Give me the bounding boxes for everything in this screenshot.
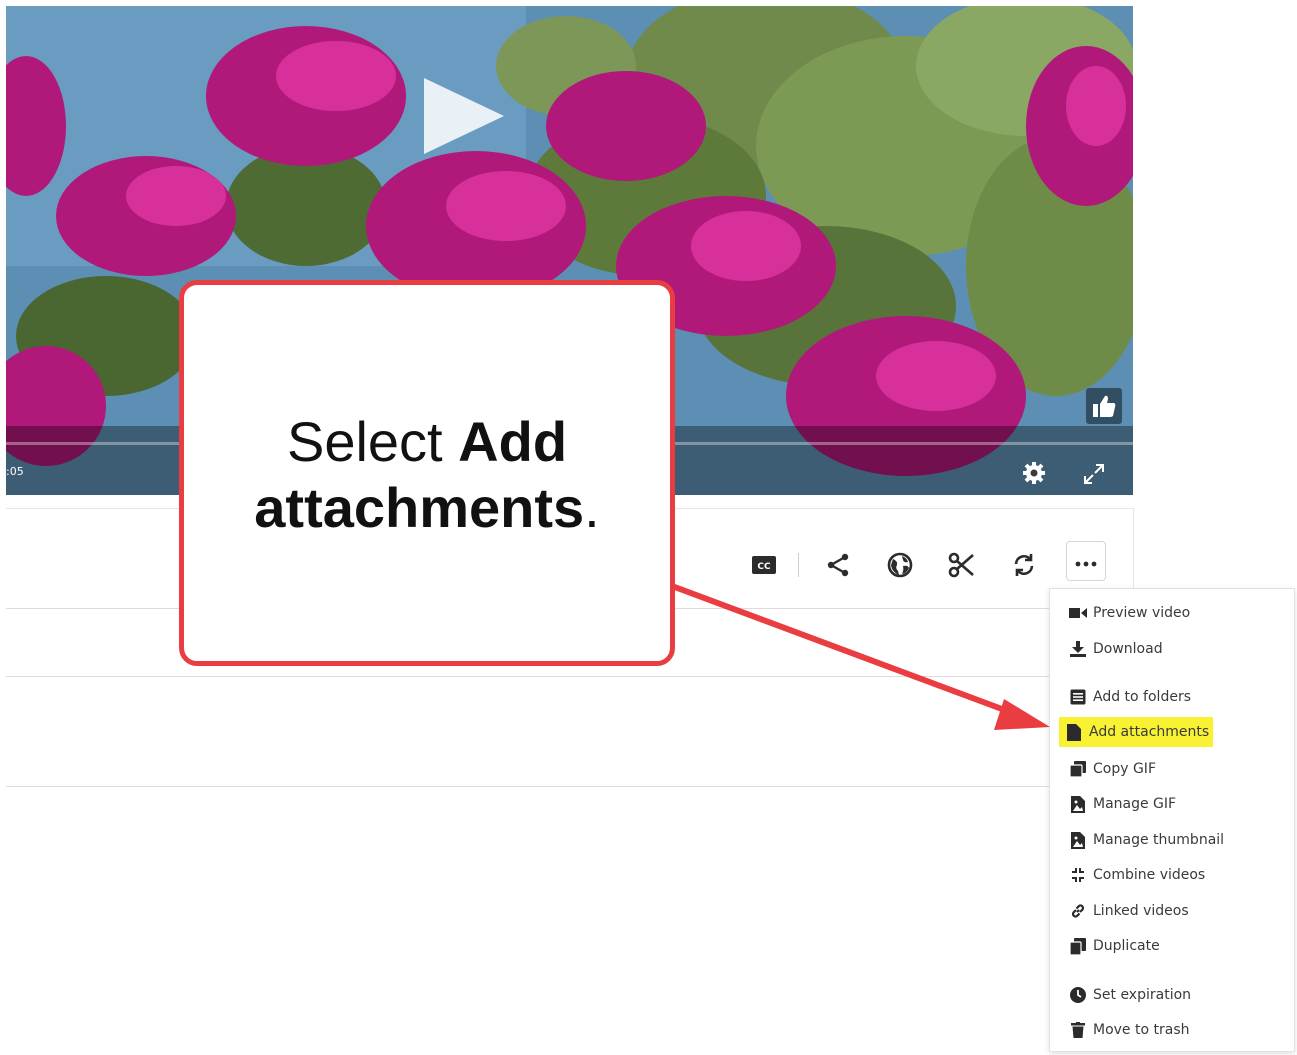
thumbs-up-icon[interactable]	[1086, 388, 1122, 424]
menu-item-label: Preview video	[1093, 605, 1191, 621]
menu-item-label: Add to folders	[1093, 689, 1191, 705]
menu-item-combine-videos[interactable]: Combine videos	[1060, 860, 1205, 890]
file-icon	[1065, 723, 1083, 741]
callout-bold-add: Add	[458, 410, 568, 473]
more-options-button[interactable]	[1066, 541, 1106, 581]
toolbar-separator	[798, 553, 799, 577]
menu-item-copy-gif[interactable]: Copy GIF	[1060, 754, 1156, 784]
link-icon	[1069, 902, 1087, 920]
combine-icon	[1069, 866, 1087, 884]
callout-suffix: .	[584, 476, 600, 539]
copy-icon	[1069, 760, 1087, 778]
menu-item-add-to-folders[interactable]: Add to folders	[1060, 682, 1191, 712]
menu-item-label: Combine videos	[1093, 867, 1206, 883]
divider	[6, 676, 1049, 677]
image-file-icon	[1069, 831, 1087, 849]
folder-list-icon	[1069, 688, 1087, 706]
timecode: :05	[6, 465, 24, 478]
menu-item-set-expiration[interactable]: Set expiration	[1060, 980, 1191, 1010]
trash-icon	[1069, 1021, 1087, 1039]
menu-item-move-to-trash[interactable]: Move to trash	[1060, 1015, 1190, 1045]
cc-label: CC	[757, 562, 771, 572]
callout-bold-attachments: attachments	[254, 476, 585, 539]
settings-gear-icon[interactable]	[1021, 460, 1047, 486]
menu-item-label: Move to trash	[1093, 1022, 1190, 1038]
callout-text: Select Add attachments.	[184, 409, 670, 541]
menu-item-label: Linked videos	[1093, 903, 1189, 919]
menu-item-duplicate[interactable]: Duplicate	[1060, 931, 1160, 961]
replace-icon[interactable]	[1008, 549, 1040, 581]
video-camera-icon	[1069, 604, 1087, 622]
callout-prefix: Select	[286, 410, 459, 473]
download-icon	[1069, 640, 1087, 658]
duplicate-icon	[1069, 937, 1087, 955]
closed-captions-icon[interactable]: CC	[748, 549, 780, 581]
menu-item-label: Download	[1093, 641, 1163, 657]
instruction-callout: Select Add attachments.	[179, 280, 675, 666]
clock-icon	[1069, 986, 1087, 1004]
divider	[6, 786, 1049, 787]
more-options-icon	[1075, 552, 1097, 571]
menu-item-add-attachments[interactable]: Add attachments	[1059, 717, 1214, 747]
play-icon[interactable]	[418, 78, 508, 158]
menu-item-label: Duplicate	[1093, 938, 1160, 954]
globe-icon[interactable]	[884, 549, 916, 581]
menu-item-download[interactable]: Download	[1060, 634, 1163, 664]
menu-item-label: Manage thumbnail	[1093, 832, 1225, 848]
share-icon[interactable]	[822, 549, 854, 581]
menu-item-preview-video[interactable]: Preview video	[1060, 598, 1190, 628]
menu-item-label: Manage GIF	[1093, 796, 1177, 812]
fullscreen-icon[interactable]	[1082, 462, 1106, 486]
menu-item-manage-gif[interactable]: Manage GIF	[1060, 789, 1176, 819]
scissors-icon[interactable]	[946, 549, 978, 581]
menu-item-label: Set expiration	[1093, 987, 1192, 1003]
menu-item-manage-thumbnail[interactable]: Manage thumbnail	[1060, 825, 1224, 855]
menu-item-linked-videos[interactable]: Linked videos	[1060, 896, 1189, 926]
menu-item-label: Add attachments	[1089, 724, 1210, 740]
menu-item-label: Copy GIF	[1093, 761, 1156, 777]
image-file-icon	[1069, 795, 1087, 813]
